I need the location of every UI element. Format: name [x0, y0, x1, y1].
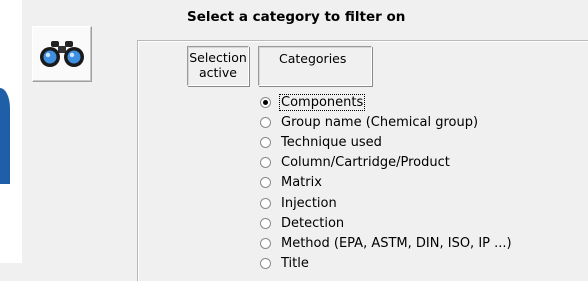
category-option-title[interactable]: Title — [260, 254, 513, 274]
radio-label: Technique used — [281, 134, 382, 150]
radio-label: Injection — [281, 195, 337, 211]
radio-button[interactable] — [260, 217, 271, 229]
radio-button[interactable] — [260, 237, 271, 249]
category-option-method-epa-astm-din-iso-ip[interactable]: Method (EPA, ASTM, DIN, ISO, IP ...) — [260, 233, 513, 253]
radio-button[interactable] — [260, 177, 271, 189]
category-option-detection[interactable]: Detection — [260, 213, 513, 233]
category-option-column-cartridge-product[interactable]: Column/Cartridge/Product — [260, 153, 513, 173]
category-option-technique-used[interactable]: Technique used — [260, 132, 513, 152]
category-option-injection[interactable]: Injection — [260, 193, 513, 213]
radio-label: Column/Cartridge/Product — [281, 155, 450, 171]
radio-button[interactable] — [260, 96, 271, 108]
radio-label: Components — [278, 93, 366, 111]
category-option-matrix[interactable]: Matrix — [260, 173, 513, 193]
binoculars-icon — [40, 41, 84, 67]
radio-label: Method (EPA, ASTM, DIN, ISO, IP ...) — [281, 235, 512, 251]
radio-label: Detection — [281, 215, 345, 231]
radio-label: Group name (Chemical group) — [281, 114, 479, 130]
radio-selected-dot — [263, 99, 268, 105]
radio-label: Matrix — [281, 175, 322, 191]
category-radio-group: Components Group name (Chemical group) Tec… — [260, 92, 513, 274]
categories-header: Categories — [258, 46, 372, 86]
binoculars-button[interactable] — [32, 26, 92, 82]
selection-active-header: Selection active — [187, 46, 249, 86]
selection-active-label-line2: active — [199, 65, 237, 80]
radio-button[interactable] — [260, 197, 271, 209]
categories-header-label: Categories — [279, 51, 347, 66]
radio-button[interactable] — [260, 258, 271, 270]
radio-button[interactable] — [260, 157, 271, 169]
category-option-group-name-chemical-group[interactable]: Group name (Chemical group) — [260, 112, 513, 132]
selection-active-label-line1: Selection — [189, 50, 247, 65]
dialog-title: Select a category to filter on — [187, 9, 406, 25]
logo-fragment — [0, 88, 10, 184]
radio-button[interactable] — [260, 116, 271, 128]
radio-button[interactable] — [260, 136, 271, 148]
radio-label: Title — [281, 256, 309, 272]
category-option-components[interactable]: Components — [260, 92, 513, 112]
